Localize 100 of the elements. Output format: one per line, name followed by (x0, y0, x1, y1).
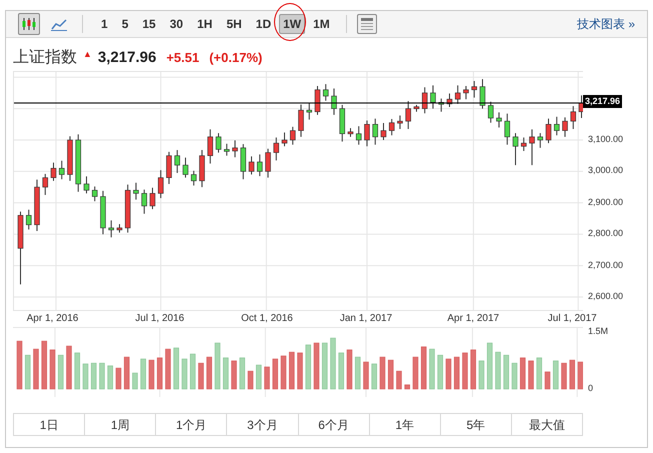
bar (107, 366, 114, 390)
interval-button[interactable]: 1H (191, 14, 218, 34)
bar (16, 340, 22, 390)
candlestick (388, 118, 395, 136)
interval-button[interactable]: 30 (164, 14, 190, 34)
bar (24, 354, 31, 390)
bar (470, 350, 476, 390)
candlestick (471, 80, 478, 98)
bar (50, 350, 56, 390)
candlestick (92, 186, 98, 202)
axis-label: 2,900.00 (588, 196, 624, 208)
candlestick (298, 104, 304, 138)
candlestick (290, 126, 296, 146)
axis-label: Oct 1, 2016 (241, 313, 293, 325)
axis-label: 2,600.00 (588, 290, 624, 302)
candlestick (248, 156, 254, 176)
interval-button[interactable]: 5 (116, 14, 134, 34)
bar (272, 358, 278, 390)
bar (528, 360, 534, 390)
bar (90, 362, 97, 390)
candlestick (578, 94, 583, 119)
bar (140, 358, 146, 390)
candlestick (454, 84, 461, 104)
bar (206, 356, 212, 390)
bar (520, 358, 526, 390)
candlestick (496, 112, 502, 128)
bar (33, 348, 39, 390)
candlestick (356, 126, 362, 146)
bar (396, 370, 402, 390)
interval-button[interactable]: 1W (279, 14, 306, 34)
candlestick (216, 132, 222, 154)
technical-chart-link[interactable]: 技术图表 » (576, 15, 635, 33)
bar (280, 356, 286, 390)
candlestick (133, 182, 139, 200)
interval-button[interactable]: 15 (136, 14, 162, 34)
bar (454, 356, 460, 390)
interval-button[interactable]: 1M (307, 14, 336, 34)
bar (132, 372, 138, 390)
candlestick (224, 143, 230, 156)
axis-label: 0 (588, 382, 594, 394)
bar (156, 358, 163, 390)
bar (58, 354, 64, 390)
bar (182, 358, 188, 390)
bar (446, 358, 452, 390)
bar (256, 364, 262, 390)
bar (495, 352, 501, 390)
bar (66, 346, 72, 390)
candlestick (512, 132, 518, 166)
candlestick (108, 220, 114, 238)
bar (380, 356, 386, 390)
bar (338, 352, 344, 390)
bar (330, 338, 336, 390)
index-name: 上证指数 (13, 48, 77, 68)
up-arrow-icon: ▲ (83, 48, 92, 62)
candlestick (422, 86, 428, 114)
candlestick (50, 162, 56, 182)
table-icon[interactable] (356, 14, 377, 34)
candlestick-icon[interactable] (18, 13, 40, 35)
candlestick (58, 160, 65, 180)
candlestick (529, 128, 535, 166)
bar (363, 362, 369, 390)
candlestick (546, 118, 552, 144)
bar (231, 360, 237, 390)
bar (74, 352, 80, 390)
bar (248, 370, 254, 390)
bar (82, 364, 88, 390)
bar (569, 360, 576, 390)
candlestick (397, 115, 403, 130)
bar (214, 342, 220, 390)
candlestick (380, 122, 386, 141)
bar (388, 360, 394, 390)
candlestick (273, 136, 280, 161)
candlestick (364, 120, 370, 147)
bar (512, 362, 518, 390)
interval-button[interactable]: 5H (220, 14, 248, 34)
bar (412, 356, 418, 390)
bar (354, 356, 361, 390)
candlestick (182, 157, 188, 178)
interval-button[interactable]: 1 (95, 14, 114, 34)
change: +5.51 (166, 49, 200, 67)
bar (486, 342, 493, 390)
candlestick (322, 84, 329, 102)
bar (239, 358, 246, 390)
axis-label: 3,000.00 (588, 164, 624, 176)
bar (552, 360, 559, 390)
candlestick (158, 170, 164, 199)
bar (99, 362, 105, 390)
bar (420, 346, 427, 390)
bar (561, 362, 567, 390)
candlestick (282, 132, 288, 147)
candlestick (372, 118, 378, 146)
interval-button[interactable]: 1D (250, 14, 278, 34)
bar (190, 354, 196, 390)
bar (404, 384, 410, 390)
candlestick (265, 148, 271, 178)
axis-label: Apr 1, 2017 (447, 313, 500, 325)
price: 3,217.96 (98, 48, 156, 68)
candlestick (207, 128, 214, 164)
bar (124, 356, 130, 390)
bar (148, 360, 154, 390)
